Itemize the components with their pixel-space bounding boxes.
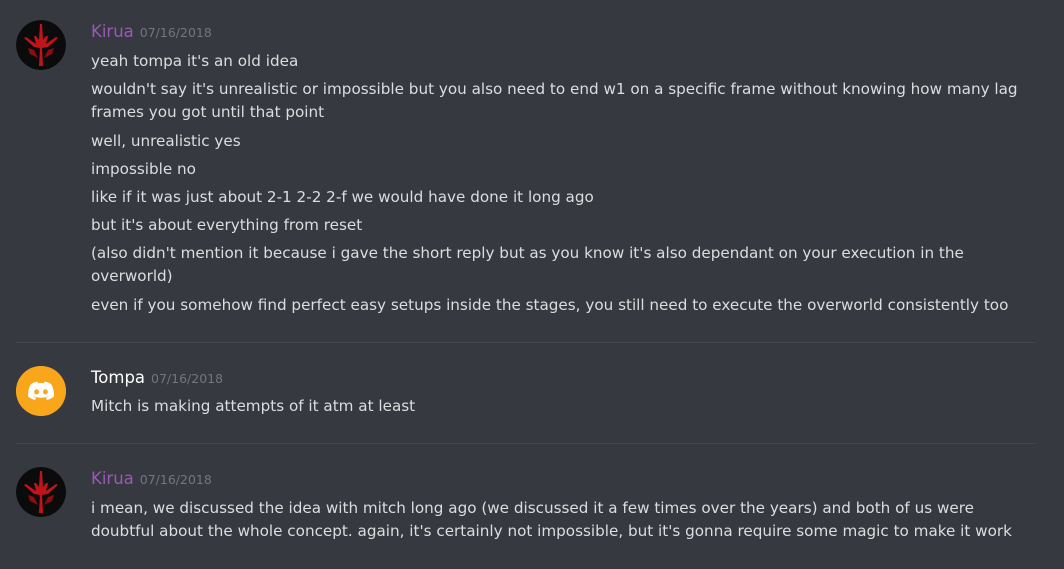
- message-header: Kirua 07/16/2018: [91, 22, 212, 46]
- message-header: Kirua 07/16/2018: [91, 469, 212, 493]
- message-text: like if it was just about 2-1 2-2 2-f we…: [91, 188, 594, 206]
- message-text: well, unrealistic yes: [91, 132, 241, 150]
- message-text: impossible no: [91, 160, 196, 178]
- message-divider: [16, 342, 1036, 343]
- message-text: (also didn't mention it because i gave t…: [91, 244, 964, 285]
- message-divider: [16, 443, 1036, 444]
- timestamp: 07/16/2018: [139, 25, 212, 40]
- message-text: wouldn't say it's unrealistic or impossi…: [91, 80, 1018, 121]
- avatar[interactable]: [16, 467, 66, 517]
- username[interactable]: Tompa: [91, 368, 145, 387]
- avatar[interactable]: [16, 20, 66, 70]
- kirua-red-emblem-icon: [16, 467, 66, 517]
- timestamp: 07/16/2018: [139, 472, 212, 487]
- avatar[interactable]: [16, 366, 66, 416]
- message-text: even if you somehow find perfect easy se…: [91, 296, 1009, 314]
- message-text: yeah tompa it's an old idea: [91, 52, 299, 70]
- message-text: but it's about everything from reset: [91, 216, 363, 234]
- message-text: i mean, we discussed the idea with mitch…: [91, 499, 1012, 540]
- message-text: Mitch is making attempts of it atm at le…: [91, 397, 416, 415]
- kirua-red-emblem-icon: [16, 20, 66, 70]
- username[interactable]: Kirua: [91, 22, 134, 41]
- discord-logo-icon: [16, 366, 66, 416]
- timestamp: 07/16/2018: [151, 371, 224, 386]
- username[interactable]: Kirua: [91, 469, 134, 488]
- message-header: Tompa 07/16/2018: [91, 368, 223, 392]
